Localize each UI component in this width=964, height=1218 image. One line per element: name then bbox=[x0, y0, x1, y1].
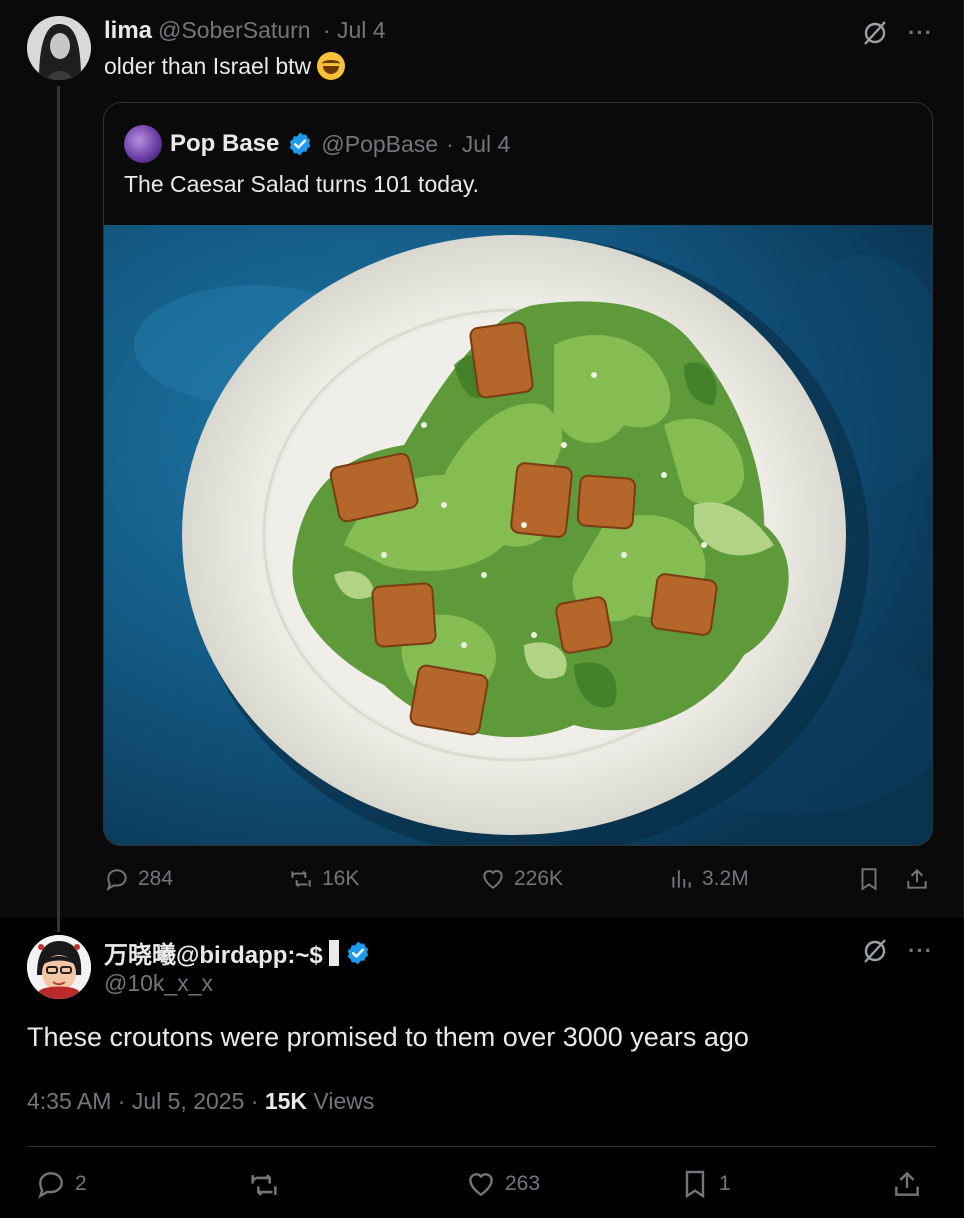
reply-count: 284 bbox=[138, 867, 174, 890]
tweet-time[interactable]: 4:35 AM bbox=[27, 1088, 111, 1114]
like-count: 226K bbox=[514, 867, 564, 890]
verified-badge-icon bbox=[347, 941, 368, 964]
bookmark-action[interactable]: 1 bbox=[679, 1168, 731, 1200]
bookmark-icon bbox=[861, 868, 877, 891]
retweet-count: 16K bbox=[322, 867, 360, 890]
share-action[interactable] bbox=[904, 866, 930, 892]
verified-badge-icon bbox=[290, 132, 311, 156]
tweet-top-actions: ··· bbox=[862, 938, 933, 964]
thread-connector-line bbox=[57, 86, 60, 932]
share-action[interactable] bbox=[891, 1168, 923, 1200]
more-options-icon[interactable]: ··· bbox=[908, 940, 933, 962]
separator-dot: · bbox=[316, 17, 337, 43]
bookmark-count: 1 bbox=[719, 1172, 731, 1195]
tweet-text-content: older than Israel btw bbox=[104, 52, 312, 79]
divider bbox=[27, 1146, 935, 1147]
tweet-text: older than Israel btw bbox=[104, 52, 346, 80]
more-options-icon[interactable]: ··· bbox=[908, 22, 933, 44]
share-icon bbox=[895, 1171, 919, 1196]
share-icon bbox=[907, 868, 927, 889]
reply-icon bbox=[38, 1172, 63, 1199]
retweet-icon bbox=[291, 870, 311, 888]
tweet-date[interactable]: Jul 4 bbox=[337, 17, 386, 43]
avatar[interactable] bbox=[27, 935, 91, 999]
retweet-icon bbox=[251, 1174, 277, 1196]
quote-avatar[interactable] bbox=[124, 125, 162, 163]
quote-header: Pop Base @PopBase · Jul 4 bbox=[124, 125, 510, 163]
tweet-header: lima @SoberSaturn · Jul 4 bbox=[104, 17, 386, 45]
author-name[interactable]: 万晓曦@birdapp:~$ bbox=[104, 935, 323, 970]
caesar-salad-photo[interactable] bbox=[104, 225, 932, 845]
grok-icon[interactable] bbox=[862, 938, 888, 964]
quote-author-handle[interactable]: @PopBase bbox=[321, 131, 438, 158]
separator-dot: · bbox=[446, 130, 454, 157]
avatar[interactable] bbox=[27, 16, 91, 80]
separator-dot: · bbox=[250, 1088, 265, 1114]
like-action[interactable]: 263 bbox=[465, 1168, 540, 1200]
reply-action[interactable]: 2 bbox=[35, 1168, 87, 1200]
heart-icon bbox=[469, 1173, 493, 1197]
views-total: 15K bbox=[264, 1088, 308, 1114]
separator-dot: · bbox=[117, 1088, 132, 1114]
views-label: Views bbox=[313, 1088, 375, 1114]
reply-text: These croutons were promised to them ove… bbox=[27, 1022, 749, 1052]
like-action[interactable]: 226K bbox=[480, 866, 563, 892]
laughing-emoji-icon bbox=[317, 52, 346, 80]
author-handle[interactable]: @SoberSaturn bbox=[158, 17, 311, 43]
bookmark-icon bbox=[685, 1170, 705, 1199]
retweet-action[interactable]: 16K bbox=[288, 866, 359, 892]
quote-text: The Caesar Salad turns 101 today. bbox=[124, 171, 480, 197]
grok-icon[interactable] bbox=[862, 20, 888, 46]
views-count: 3.2M bbox=[702, 867, 749, 890]
like-count: 263 bbox=[505, 1172, 541, 1195]
heart-icon bbox=[483, 870, 503, 889]
reply-action[interactable]: 284 bbox=[104, 866, 173, 892]
quoted-tweet[interactable]: Pop Base @PopBase · Jul 4 The Caesar Sal… bbox=[103, 102, 933, 846]
author-handle[interactable]: @10k_x_x bbox=[104, 970, 213, 997]
author-name[interactable]: lima bbox=[104, 17, 152, 44]
terminal-cursor-icon bbox=[328, 939, 339, 966]
reply-icon bbox=[106, 869, 127, 891]
views-icon bbox=[672, 870, 691, 888]
tweet-metadata: 4:35 AM · Jul 5, 2025 · 15K Views bbox=[27, 1088, 374, 1115]
bookmark-action[interactable] bbox=[856, 866, 882, 892]
reply-count: 2 bbox=[75, 1172, 87, 1195]
reply-header: 万晓曦@birdapp:~$ bbox=[104, 935, 371, 970]
retweet-action[interactable] bbox=[247, 1168, 281, 1202]
views-action[interactable]: 3.2M bbox=[668, 866, 749, 892]
tweet-full-date[interactable]: Jul 5, 2025 bbox=[132, 1088, 245, 1114]
quote-author-name[interactable]: Pop Base bbox=[170, 130, 279, 158]
tweet-top-actions: ··· bbox=[862, 20, 933, 46]
quote-date[interactable]: Jul 4 bbox=[462, 131, 511, 158]
